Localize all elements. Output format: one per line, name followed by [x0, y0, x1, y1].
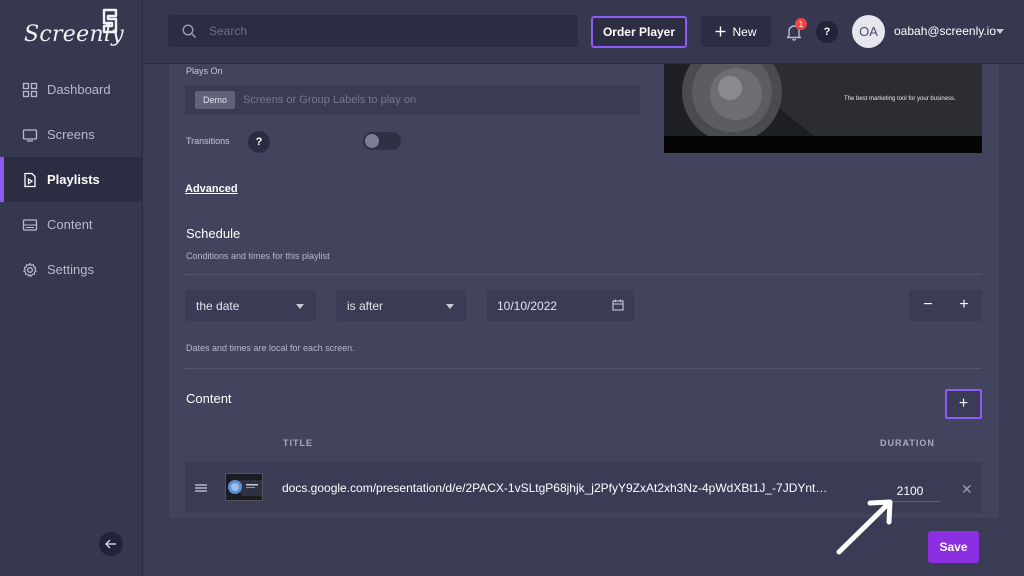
- sidebar-item-label: Playlists: [47, 172, 100, 187]
- transitions-help-button[interactable]: ?: [248, 131, 270, 153]
- search-input[interactable]: [209, 24, 549, 38]
- schedule-note: Dates and times are local for each scree…: [186, 343, 355, 353]
- sidebar-item-label: Dashboard: [47, 82, 111, 97]
- preview-caption: The best marketing tool for your busines…: [844, 96, 956, 102]
- order-player-button[interactable]: Order Player: [591, 16, 687, 48]
- sidebar-item-label: Content: [47, 217, 93, 232]
- new-button-label: New: [732, 24, 757, 39]
- toggle-knob: [365, 134, 379, 148]
- add-content-button[interactable]: +: [945, 389, 982, 419]
- column-header-duration: DURATION: [880, 438, 935, 448]
- content-thumbnail: [225, 473, 263, 501]
- arrow-left-icon: [105, 539, 116, 549]
- condition-date-input[interactable]: 10/10/2022: [487, 290, 634, 321]
- schedule-title: Schedule: [186, 226, 241, 241]
- logo-mark-icon: [102, 8, 118, 34]
- avatar[interactable]: OA: [852, 15, 885, 48]
- sidebar-item-screens[interactable]: Screens: [0, 112, 143, 157]
- column-header-title: TITLE: [283, 438, 313, 448]
- preview-graphic: [664, 64, 982, 153]
- advanced-link[interactable]: Advanced: [185, 183, 238, 195]
- thumbnail-graphic: [226, 474, 262, 500]
- sidebar-item-dashboard[interactable]: Dashboard: [0, 67, 143, 112]
- sidebar-item-label: Settings: [47, 262, 94, 277]
- transitions-label: Transitions: [186, 136, 230, 146]
- search-box[interactable]: [168, 15, 578, 47]
- sidebar-item-settings[interactable]: Settings: [0, 247, 143, 292]
- condition-stepper: − +: [909, 290, 982, 321]
- sidebar-item-content[interactable]: Content: [0, 202, 143, 247]
- collapse-sidebar-button[interactable]: [99, 532, 123, 556]
- divider: [185, 274, 982, 275]
- content-title-link[interactable]: docs.google.com/presentation/d/e/2PACX-1…: [282, 481, 857, 495]
- schedule-subtitle: Conditions and times for this playlist: [186, 251, 330, 261]
- plays-on-input[interactable]: Demo Screens or Group Labels to play on: [185, 85, 640, 115]
- chevron-down-icon[interactable]: [996, 29, 1004, 34]
- divider: [185, 368, 982, 369]
- user-email-menu[interactable]: oabah@screenly.io: [894, 24, 996, 38]
- group-chip-demo[interactable]: Demo: [195, 91, 236, 109]
- sidebar-item-playlists[interactable]: Playlists: [0, 157, 143, 202]
- add-condition-button[interactable]: +: [954, 295, 974, 315]
- arrow-annotation-icon: [836, 499, 893, 555]
- grid-icon: [22, 82, 38, 97]
- transitions-toggle[interactable]: [363, 132, 401, 150]
- drag-handle-icon[interactable]: [195, 483, 207, 493]
- condition-operator-select[interactable]: is after: [336, 290, 466, 321]
- condition-operator-value: is after: [347, 298, 384, 313]
- monitor-icon: [22, 128, 38, 142]
- chevron-down-icon: [446, 304, 454, 309]
- image-icon: [22, 218, 38, 231]
- close-icon[interactable]: ✕: [961, 481, 973, 498]
- screenly-logo[interactable]: Screenly: [24, 8, 124, 56]
- sidebar-nav: Dashboard Screens Playlists Content Sett…: [0, 67, 143, 292]
- plus-icon: [715, 26, 726, 37]
- plays-on-placeholder: Screens or Group Labels to play on: [243, 94, 417, 106]
- playlist-icon: [24, 172, 36, 187]
- new-button[interactable]: New: [701, 16, 771, 47]
- plays-on-label: Plays On: [186, 66, 223, 76]
- remove-condition-button[interactable]: −: [918, 295, 938, 315]
- search-icon: [182, 23, 197, 38]
- sidebar-item-label: Screens: [47, 127, 95, 142]
- gear-icon: [23, 262, 37, 277]
- playlist-preview-image: The best marketing tool for your busines…: [664, 64, 982, 153]
- chevron-down-icon: [296, 304, 304, 309]
- calendar-icon: [612, 299, 624, 311]
- help-button[interactable]: ?: [816, 21, 838, 43]
- content-title: Content: [186, 391, 232, 406]
- top-bar: Order Player New 1 ? OA oabah@screenly.i…: [144, 0, 1024, 64]
- notification-count-badge: 1: [795, 18, 807, 30]
- sidebar: Screenly Dashboard Screens Playlists Con…: [0, 0, 143, 576]
- condition-field-select[interactable]: the date: [185, 290, 316, 321]
- condition-field-value: the date: [196, 298, 240, 313]
- condition-date-value: 10/10/2022: [497, 298, 558, 313]
- save-button[interactable]: Save: [928, 531, 979, 563]
